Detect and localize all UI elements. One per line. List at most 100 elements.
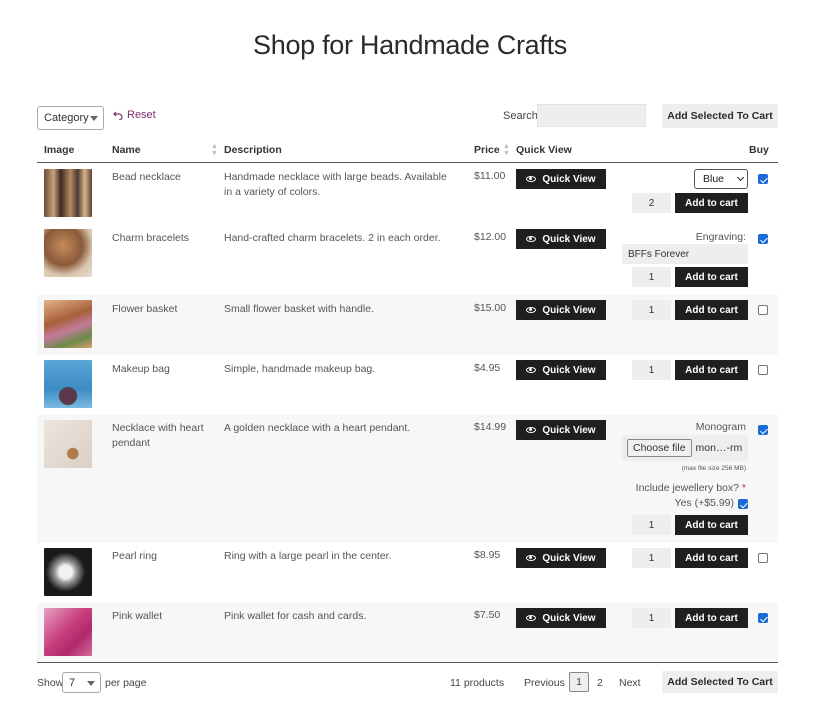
color-variant-select[interactable]: Blue — [694, 169, 748, 189]
table-row: Charm bracelets Hand-crafted charm brace… — [37, 225, 778, 295]
max-file-size-note: (max file size 256 MB) — [681, 465, 746, 472]
header-buy: Buy — [749, 144, 769, 156]
engraving-input[interactable]: BFFs Forever — [622, 244, 748, 264]
product-price: $8.95 — [474, 549, 501, 561]
variant-value: Blue — [703, 173, 725, 185]
product-image[interactable] — [44, 229, 92, 277]
add-to-cart-button[interactable]: Add to cart — [675, 548, 748, 568]
eye-icon — [526, 176, 537, 182]
product-image[interactable] — [44, 169, 92, 217]
buy-checkbox[interactable] — [758, 553, 768, 563]
quantity-input[interactable]: 2 — [632, 193, 671, 213]
next-page-link[interactable]: Next — [619, 677, 641, 689]
add-to-cart-button[interactable]: Add to cart — [675, 360, 748, 380]
add-to-cart-button[interactable]: Add to cart — [675, 300, 748, 320]
table-row: Bead necklace Handmade necklace with lar… — [37, 164, 778, 225]
product-name[interactable]: Bead necklace — [112, 170, 212, 185]
product-description: Hand-crafted charm bracelets. 2 in each … — [224, 232, 441, 244]
product-description: Handmade necklace with large beads. Avai… — [224, 171, 447, 198]
quick-view-button[interactable]: Quick View — [516, 360, 606, 380]
quick-view-label: Quick View — [542, 233, 596, 245]
product-name[interactable]: Makeup bag — [112, 362, 212, 377]
buy-checkbox[interactable] — [758, 425, 768, 435]
category-filter-select[interactable]: Category — [37, 106, 104, 130]
table-row: Pearl ring Ring with a large pearl in th… — [37, 543, 778, 603]
category-select-label: Category — [44, 112, 89, 124]
product-price: $7.50 — [474, 609, 501, 621]
quantity-input[interactable]: 1 — [632, 515, 671, 535]
product-name[interactable]: Necklace with heart pendant — [112, 421, 212, 451]
product-image[interactable] — [44, 360, 92, 408]
reset-link[interactable]: Reset — [113, 109, 156, 121]
quick-view-label: Quick View — [542, 364, 596, 376]
add-to-cart-button[interactable]: Add to cart — [675, 267, 748, 287]
search-input[interactable] — [537, 104, 646, 127]
add-selected-to-cart-button[interactable]: Add Selected To Cart — [662, 104, 778, 128]
buy-checkbox[interactable] — [758, 305, 768, 315]
product-image[interactable] — [44, 420, 92, 468]
engraving-label: Engraving: — [695, 231, 746, 243]
product-image[interactable] — [44, 300, 92, 348]
buy-checkbox[interactable] — [758, 234, 768, 244]
page-1-button[interactable]: 1 — [569, 672, 589, 692]
add-to-cart-button[interactable]: Add to cart — [675, 515, 748, 535]
chevron-down-icon — [736, 173, 745, 182]
monogram-label: Monogram — [695, 421, 746, 433]
buy-checkbox[interactable] — [758, 365, 768, 375]
product-price: $4.95 — [474, 362, 501, 374]
add-selected-to-cart-button-bottom[interactable]: Add Selected To Cart — [662, 671, 778, 693]
quick-view-button[interactable]: Quick View — [516, 608, 606, 628]
table-row: Pink wallet Pink wallet for cash and car… — [37, 603, 778, 661]
quick-view-button[interactable]: Quick View — [516, 229, 606, 249]
product-name[interactable]: Flower basket — [112, 302, 212, 317]
add-to-cart-button[interactable]: Add to cart — [675, 193, 748, 213]
table-footer-divider — [37, 662, 778, 663]
monogram-file-input[interactable]: Choose file mon…-rm — [622, 435, 748, 461]
jewellery-box-checkbox[interactable] — [738, 499, 748, 509]
product-image[interactable] — [44, 548, 92, 596]
product-description: Simple, handmade makeup bag. — [224, 363, 376, 375]
page-2-link[interactable]: 2 — [597, 677, 603, 689]
per-page-select[interactable]: 7 — [62, 672, 101, 693]
choose-file-button[interactable]: Choose file — [627, 439, 692, 457]
quantity-input[interactable]: 1 — [632, 267, 671, 287]
table-row: Flower basket Small flower basket with h… — [37, 295, 778, 355]
quick-view-label: Quick View — [542, 612, 596, 624]
header-price[interactable]: Price — [474, 144, 500, 156]
eye-icon — [526, 236, 537, 242]
toolbar: Category Reset Search: Add Selected To C… — [37, 104, 778, 130]
quick-view-button[interactable]: Quick View — [516, 169, 606, 189]
quantity-input[interactable]: 1 — [632, 360, 671, 380]
table-row: Necklace with heart pendant A golden nec… — [37, 415, 778, 543]
quantity-input[interactable]: 1 — [632, 608, 671, 628]
previous-page-link[interactable]: Previous — [524, 677, 565, 689]
product-name[interactable]: Charm bracelets — [112, 231, 212, 246]
product-count: 11 products — [450, 677, 505, 689]
page-title: Shop for Handmade Crafts — [253, 30, 567, 60]
quick-view-button[interactable]: Quick View — [516, 548, 606, 568]
header-name[interactable]: Name — [112, 144, 141, 156]
sort-arrows-icon[interactable]: ▲ ▼ — [503, 143, 510, 157]
sort-arrows-icon[interactable]: ▲ ▼ — [211, 143, 218, 157]
jewellery-box-label: Include jewellery box? * — [636, 482, 746, 494]
product-price: $12.00 — [474, 231, 507, 243]
quick-view-label: Quick View — [542, 552, 596, 564]
product-description: Small flower basket with handle. — [224, 303, 374, 315]
quantity-input[interactable]: 1 — [632, 300, 671, 320]
product-image[interactable] — [44, 608, 92, 656]
eye-icon — [526, 367, 537, 373]
product-name[interactable]: Pink wallet — [112, 609, 212, 624]
buy-checkbox[interactable] — [758, 613, 768, 623]
product-name[interactable]: Pearl ring — [112, 549, 212, 564]
show-label: Show — [37, 677, 64, 689]
quick-view-label: Quick View — [542, 424, 596, 436]
quick-view-label: Quick View — [542, 173, 596, 185]
add-to-cart-button[interactable]: Add to cart — [675, 608, 748, 628]
per-page-label: per page — [105, 677, 147, 689]
quick-view-button[interactable]: Quick View — [516, 300, 606, 320]
chevron-down-icon — [87, 681, 95, 686]
buy-checkbox[interactable] — [758, 174, 768, 184]
quantity-input[interactable]: 1 — [632, 548, 671, 568]
quick-view-button[interactable]: Quick View — [516, 420, 606, 440]
header-quick-view: Quick View — [516, 144, 572, 156]
